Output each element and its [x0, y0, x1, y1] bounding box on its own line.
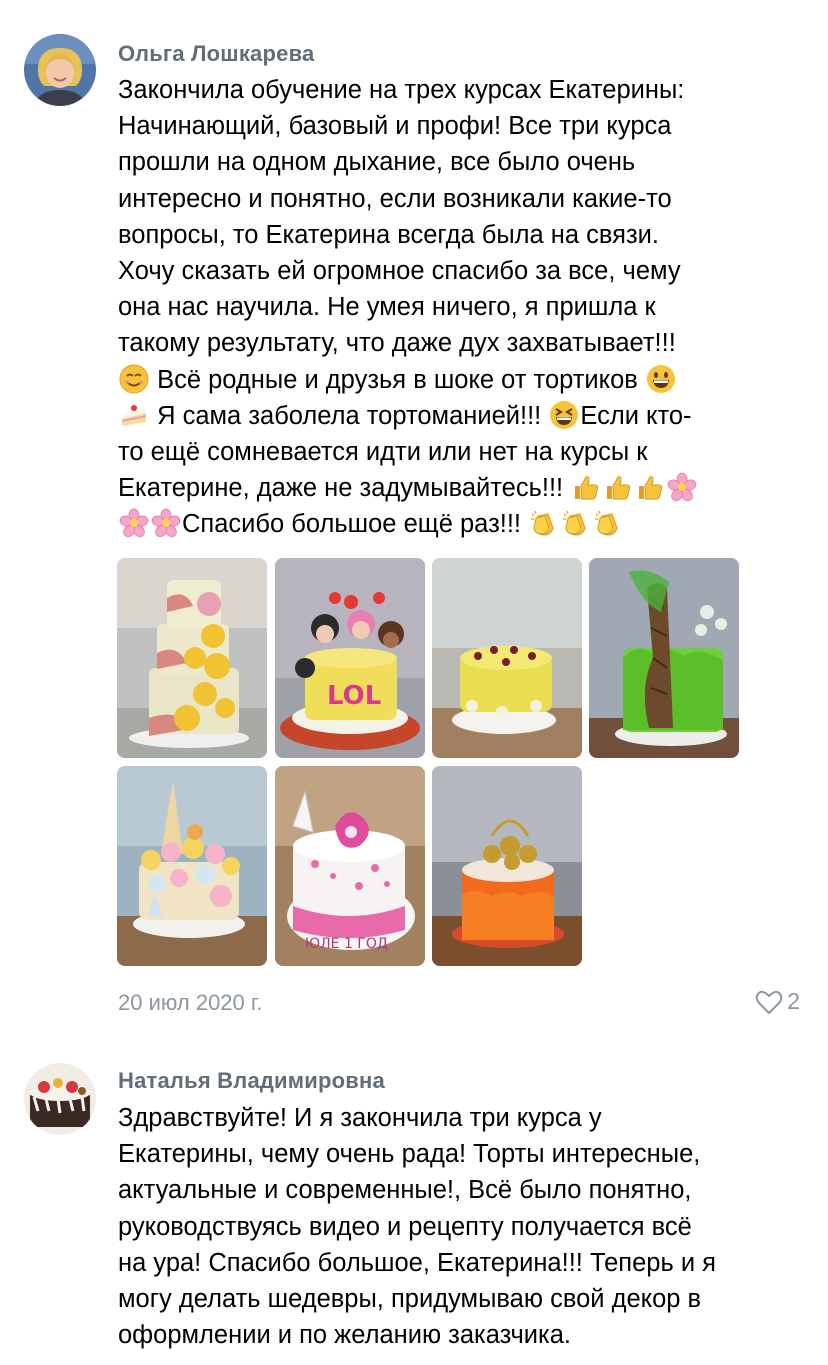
avatar[interactable] [24, 34, 96, 106]
text-line: Спасибо большое ещё раз!!! [118, 506, 808, 542]
photo-orange-gold-cake[interactable] [432, 766, 582, 966]
cherry-blossom-emoji [151, 508, 181, 538]
author-name[interactable]: Наталья Владимировна [118, 1068, 385, 1094]
like-button[interactable]: 2 [755, 988, 800, 1015]
comment-date[interactable]: 20 июл 2020 г. [118, 990, 262, 1016]
photo-pink-birthday-cake[interactable]: ЮЛЕ 1 ГОД [275, 766, 425, 966]
text-line: Екатерине, даже не задумывайтесь!!! [118, 470, 808, 506]
text-line: руководствуясь видео и рецепту получаетс… [118, 1212, 692, 1241]
avatar[interactable] [24, 1063, 96, 1135]
cherry-blossom-emoji [119, 508, 149, 538]
text-line: она нас научила. Не умея ничего, я пришл… [118, 293, 656, 322]
thumbs-up-emoji [603, 472, 633, 502]
comment-text: Закончила обучение на трех курсах Екатер… [118, 72, 808, 542]
text-line: Начинающий, базовый и профи! Все три кур… [118, 112, 672, 141]
smiling-face-emoji [119, 364, 149, 394]
photo-unicorn-flower-cake[interactable] [117, 766, 267, 966]
text-line: Я сама заболела тортоманией!!! Если кто- [118, 398, 808, 434]
clapping-hands-emoji [593, 508, 623, 538]
text-line: прошли на одном дыхание, все было очень [118, 148, 636, 177]
text-line: такому результату, что даже дух захватыв… [118, 329, 676, 358]
text-line: Хочу сказать ей огромное спасибо за все,… [118, 256, 681, 285]
grinning-face-emoji [646, 364, 676, 394]
clapping-hands-emoji [529, 508, 559, 538]
author-name[interactable]: Ольга Лошкарева [118, 41, 314, 67]
photo-lol-surprise-cake[interactable]: LOL [275, 558, 425, 758]
comment-text: Здравствуйте! И я закончила три курса у … [118, 1100, 808, 1353]
text-line: оформлении и по желанию заказчика. [118, 1321, 572, 1350]
thumbs-up-emoji [635, 472, 665, 502]
text-line: вопросы, то Екатерина всегда была на свя… [118, 220, 659, 249]
text-line: интересно и понятно, если возникали каки… [118, 184, 672, 213]
photo-tiered-wedding-cake[interactable] [117, 558, 267, 758]
clapping-hands-emoji [561, 508, 591, 538]
text-line: Всё родные и друзья в шоке от тортиков [118, 362, 808, 398]
shortcake-emoji [119, 400, 149, 430]
text-line: Здравствуйте! И я закончила три курса у [118, 1104, 602, 1132]
text-line: Закончила обучение на трех курсах Екатер… [118, 76, 685, 104]
thumbs-up-emoji [571, 472, 601, 502]
text-line: то ещё сомневается идти или нет на курсы… [118, 437, 648, 466]
photo-green-moss-cake[interactable] [589, 558, 739, 758]
laughing-face-emoji [549, 400, 579, 430]
text-line: могу делать шедевры, придумываю свой дек… [118, 1284, 702, 1313]
heart-icon [755, 990, 783, 1014]
text-line: на ура! Спасибо большое, Екатерина!!! Те… [118, 1248, 716, 1277]
svg-text:LOL: LOL [327, 681, 381, 711]
like-count: 2 [787, 988, 800, 1014]
text-line: Екатерины, чему очень рада! Торты интере… [118, 1140, 701, 1169]
photo-yellow-berry-cake[interactable] [432, 558, 582, 758]
svg-text:ЮЛЕ 1 ГОД: ЮЛЕ 1 ГОД [305, 936, 388, 952]
cherry-blossom-emoji [667, 472, 697, 502]
text-line: актуальные и современные!, Всё было поня… [118, 1176, 692, 1205]
